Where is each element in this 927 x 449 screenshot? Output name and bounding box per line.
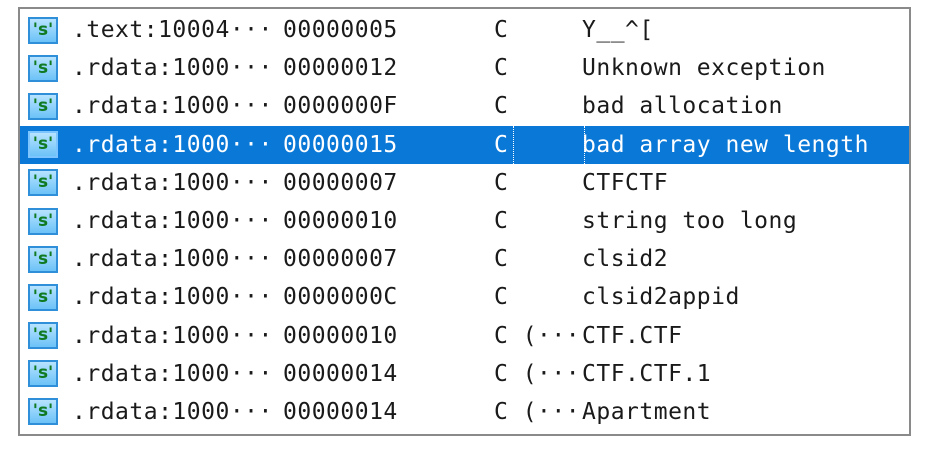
string-value: CTFCTF [582,169,669,196]
strings-window: 's' .text:10004··· 00000005 C Y__^['s' .rdata… [18,7,911,436]
string-row[interactable]: 's' .rdata:1000··· 00000007 Cclsid2 [20,240,909,278]
string-literal-icon: 's' [28,283,58,311]
string-row[interactable]: 's' .rdata:1000··· 00000015 Cbad array new … [20,125,909,164]
string-value: CTF.CTF.1 [582,360,712,387]
string-icon-glyph: 's' [32,172,54,193]
string-icon-glyph: 's' [32,210,54,231]
string-length: 00000010 [283,322,398,349]
string-value: clsid2appid [582,284,740,311]
string-row[interactable]: 's' .rdata:1000··· 00000007 C CTFCTF [20,164,909,202]
string-literal-icon: 's' [28,54,58,82]
string-type-icon-cell: 's' [28,355,62,393]
string-icon-glyph: 's' [32,363,54,384]
string-length: 00000007 [283,246,398,273]
selection-value-separator [584,125,586,164]
string-row[interactable]: 's' .text:10004··· 00000005 C Y__^[ [20,11,909,49]
string-address: .rdata:1000··· [72,360,273,387]
string-icon-glyph: 's' [32,325,54,346]
string-length: 00000014 [283,360,398,387]
string-type-icon-cell: 's' [28,87,62,125]
string-row[interactable]: 's' .rdata:1000··· 0000000C Cclsid2appid [20,278,909,316]
string-literal-icon: 's' [28,92,58,120]
string-type-icon-cell: 's' [28,278,62,316]
string-type-icon-cell: 's' [28,317,62,355]
string-address: .rdata:1000··· [72,55,273,82]
string-value: bad allocation [582,93,783,120]
string-length: 00000005 [283,17,398,44]
string-value: clsid2 [582,246,669,273]
string-length: 0000000F [283,93,398,120]
string-icon-glyph: 's' [32,134,54,155]
string-row[interactable]: 's' .rdata:1000··· 00000012 C Unknown except… [20,49,909,87]
string-length: 00000015 [283,131,398,158]
string-literal-icon: 's' [28,360,58,388]
string-type-icon-cell: 's' [28,240,62,278]
string-icon-glyph: 's' [32,19,54,40]
string-address: .rdata:1000··· [72,398,273,425]
string-value: Y__^[ [582,17,654,44]
string-icon-glyph: 's' [32,286,54,307]
string-value: CTF.CTF [582,322,683,349]
string-literal-icon: 's' [28,207,58,235]
string-type-icon-cell: 's' [28,126,62,164]
string-length: 0000000C [283,284,398,311]
string-icon-glyph: 's' [32,401,54,422]
string-literal-icon: 's' [28,131,58,159]
string-length: 00000010 [283,208,398,235]
string-address: .text:10004··· [72,17,273,44]
string-icon-glyph: 's' [32,95,54,116]
string-type-icon-cell: 's' [28,11,62,49]
strings-list[interactable]: 's' .text:10004··· 00000005 C Y__^['s' .rdata… [20,11,909,431]
string-type-icon-cell: 's' [28,202,62,240]
string-literal-icon: 's' [28,169,58,197]
string-icon-glyph: 's' [32,248,54,269]
string-type-icon-cell: 's' [28,393,62,431]
string-literal-icon: 's' [28,245,58,273]
string-address: .rdata:1000··· [72,93,273,120]
string-length: 00000012 [283,55,398,82]
string-address: .rdata:1000··· [72,131,273,158]
string-row[interactable]: 's' .rdata:1000··· 00000010 Cstring too lon… [20,202,909,240]
string-row[interactable]: 's' .rdata:1000··· 00000014 C (··· Apartment [20,393,909,431]
string-literal-icon: 's' [28,322,58,350]
string-value: bad array new length [582,131,869,158]
string-value: string too long [582,208,798,235]
string-address: .rdata:1000··· [72,246,273,273]
string-address: .rdata:1000··· [72,169,273,196]
string-type-icon-cell: 's' [28,164,62,202]
string-literal-icon: 's' [28,398,58,426]
string-row[interactable]: 's' .rdata:1000··· 00000010 C (··· CTF.CTF [20,317,909,355]
string-row[interactable]: 's' .rdata:1000··· 0000000F Cbad allocation [20,87,909,125]
string-address: .rdata:1000··· [72,208,273,235]
string-length: 00000014 [283,398,398,425]
string-value: Unknown exception [582,55,826,82]
string-address: .rdata:1000··· [72,284,273,311]
string-type-icon-cell: 's' [28,49,62,87]
string-length: 00000007 [283,169,398,196]
string-icon-glyph: 's' [32,57,54,78]
selection-column-separator [513,125,515,164]
string-row[interactable]: 's' .rdata:1000··· 00000014 C (··· CTF.CTF.1 [20,355,909,393]
string-literal-icon: 's' [28,16,58,44]
string-value: Apartment [582,398,712,425]
string-address: .rdata:1000··· [72,322,273,349]
